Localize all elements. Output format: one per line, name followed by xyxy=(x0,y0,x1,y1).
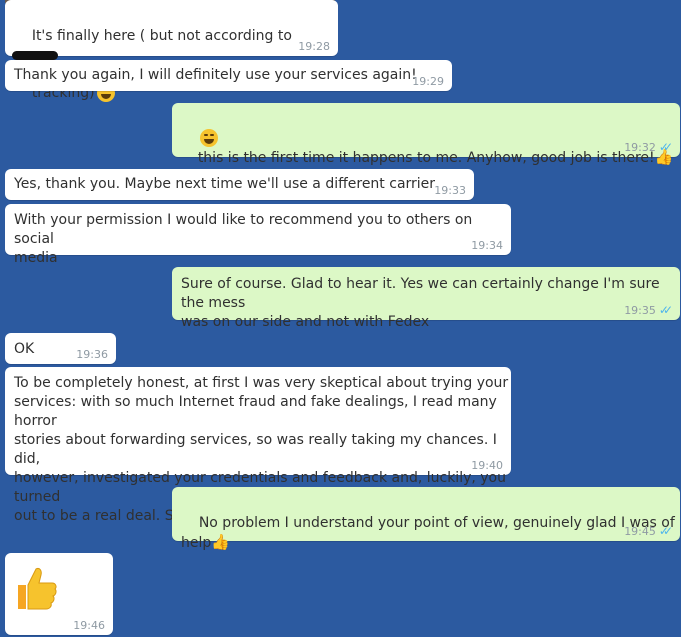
laughing-emoji-icon xyxy=(199,129,218,147)
redacted-text xyxy=(12,50,58,60)
message-outgoing[interactable]: Sure of course. Glad to hear it. Yes we … xyxy=(172,267,680,330)
message-text: Yes, thank you. Maybe next time we'll us… xyxy=(14,176,436,192)
message-incoming[interactable]: Thank you again, I will definitely use y… xyxy=(5,60,452,91)
message-outgoing[interactable]: this is the first time it happens to me.… xyxy=(172,103,680,166)
message-outgoing[interactable]: No problem I understand your point of vi… xyxy=(172,487,680,551)
message-incoming[interactable]: Yes, thank you. Maybe next time we'll us… xyxy=(5,169,474,200)
thumbs-up-emoji-icon xyxy=(18,568,57,610)
message-incoming[interactable]: OK 19:36 xyxy=(5,333,116,364)
message-text: No problem I understand your point of vi… xyxy=(181,515,680,551)
thumbs-up-emoji-icon: 👍 xyxy=(211,533,230,551)
message-timestamp: 19:40 xyxy=(471,459,503,472)
message-text: With your permission I would like to rec… xyxy=(14,212,473,266)
message-text: this is the first time it happens to me.… xyxy=(197,150,655,166)
message-timestamp: 19:35 xyxy=(624,304,656,317)
message-incoming[interactable]: It's finally here ( but not according to… xyxy=(5,0,338,102)
message-text: OK xyxy=(14,341,35,357)
read-receipt-icon: ✓✓ xyxy=(658,303,673,317)
message-timestamp: 19:28 xyxy=(298,40,330,53)
message-incoming[interactable]: With your permission I would like to rec… xyxy=(5,204,511,266)
read-receipt-icon: ✓✓ xyxy=(658,140,673,154)
message-timestamp: 19:32 xyxy=(624,141,656,154)
message-incoming[interactable]: 19:46 xyxy=(5,553,113,635)
message-timestamp: 19:45 xyxy=(624,525,656,538)
message-text: Sure of course. Glad to hear it. Yes we … xyxy=(181,276,660,330)
message-text: Thank you again, I will definitely use y… xyxy=(14,67,417,83)
message-timestamp: 19:33 xyxy=(434,184,466,197)
message-timestamp: 19:36 xyxy=(76,348,108,361)
message-timestamp: 19:29 xyxy=(412,75,444,88)
message-incoming[interactable]: To be completely honest, at first I was … xyxy=(5,367,511,524)
message-text: It's finally here ( but not according to xyxy=(31,28,297,44)
message-timestamp: 19:34 xyxy=(471,239,503,252)
message-timestamp: 19:46 xyxy=(73,619,105,632)
read-receipt-icon: ✓✓ xyxy=(658,524,673,538)
